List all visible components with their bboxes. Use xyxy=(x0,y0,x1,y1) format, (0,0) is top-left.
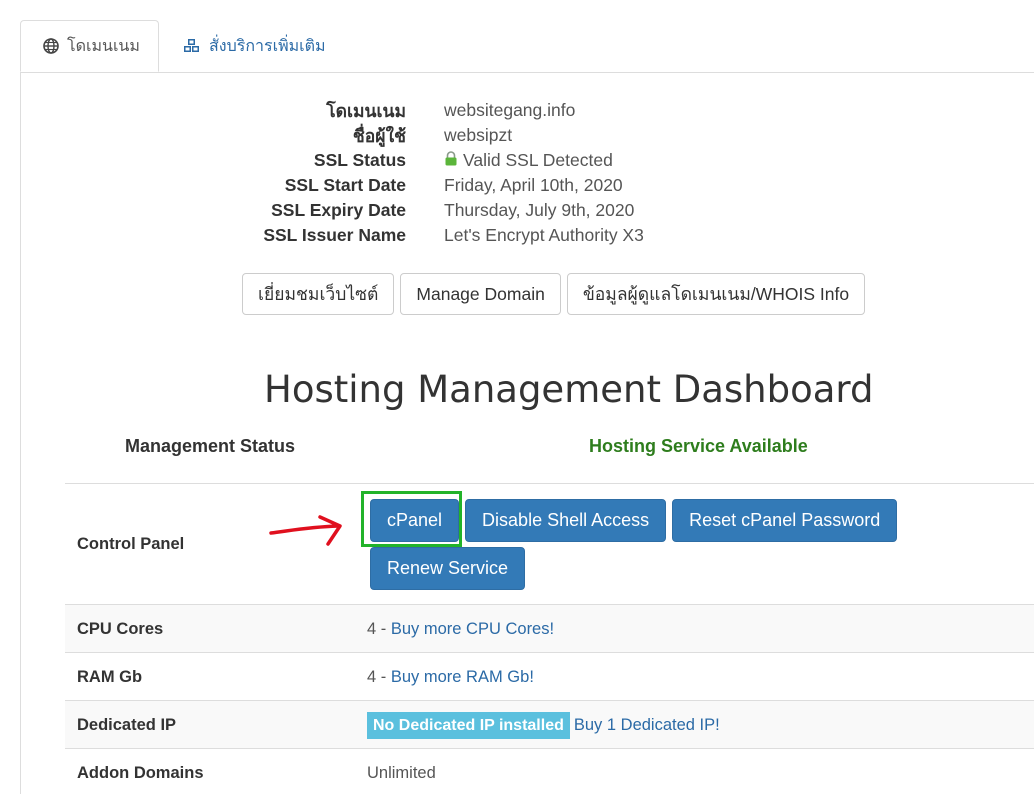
ssl-status-text: Valid SSL Detected xyxy=(463,150,613,170)
info-label: SSL Status xyxy=(313,150,406,170)
info-row-username: ชื่อผู้ใช้ websipzt xyxy=(240,123,800,148)
info-row-ssl-status: SSL Status Valid SSL Detected xyxy=(240,148,800,173)
buy-dedicated-ip-link[interactable]: Buy 1 Dedicated IP! xyxy=(574,716,720,735)
lock-icon xyxy=(444,150,458,171)
info-value: Valid SSL Detected xyxy=(444,150,613,171)
table-row-dedicated-ip: Dedicated IP No Dedicated IP installed B… xyxy=(65,700,1034,748)
manage-domain-button[interactable]: Manage Domain xyxy=(400,273,561,315)
row-label: CPU Cores xyxy=(77,620,164,638)
buy-ram-link[interactable]: Buy more RAM Gb! xyxy=(391,668,534,687)
row-label: Dedicated IP xyxy=(77,716,177,734)
info-value: Friday, April 10th, 2020 xyxy=(444,175,623,195)
row-label: RAM Gb xyxy=(77,668,143,686)
reset-cpanel-password-button[interactable]: Reset cPanel Password xyxy=(672,499,898,542)
info-row-ssl-expiry: SSL Expiry Date Thursday, July 9th, 2020 xyxy=(240,198,800,223)
dashboard-title: Hosting Management Dashboard xyxy=(264,368,874,411)
info-label: SSL Expiry Date xyxy=(271,200,406,220)
table-row-control-panel: Control Panel cPanel Disable Shell Acces… xyxy=(65,483,1034,604)
info-label: SSL Issuer Name xyxy=(263,225,406,245)
tab-domain-label: โดเมนเนม xyxy=(67,37,140,55)
no-dedicated-ip-badge: No Dedicated IP installed xyxy=(367,712,570,739)
disable-shell-access-button[interactable]: Disable Shell Access xyxy=(465,499,667,542)
row-value: 4 - Buy more CPU Cores! xyxy=(367,620,554,639)
table-row-addon-domains: Addon Domains Unlimited xyxy=(65,748,1034,796)
info-label: ชื่อผู้ใช้ xyxy=(352,125,406,146)
info-row-ssl-start: SSL Start Date Friday, April 10th, 2020 xyxy=(240,173,800,198)
info-value: Let's Encrypt Authority X3 xyxy=(444,225,644,245)
annotation-arrow-icon xyxy=(269,515,342,546)
cubes-icon xyxy=(183,38,201,54)
cpanel-highlight-box xyxy=(361,491,462,547)
info-row-ssl-issuer: SSL Issuer Name Let's Encrypt Authority … xyxy=(240,223,800,248)
whois-info-button[interactable]: ข้อมูลผู้ดูแลโดเมนเนม/WHOIS Info xyxy=(566,273,866,315)
row-value: No Dedicated IP installed Buy 1 Dedicate… xyxy=(367,712,720,739)
info-value: websitegang.info xyxy=(444,100,576,120)
visit-website-button[interactable]: เยี่ยมชมเว็บไซต์ xyxy=(242,273,395,315)
tab-order-more[interactable]: สั่งบริการเพิ่มเติม xyxy=(183,20,326,72)
row-label: Addon Domains xyxy=(77,764,204,782)
row-value: 4 - Buy more RAM Gb! xyxy=(367,668,534,687)
renew-service-button[interactable]: Renew Service xyxy=(370,547,526,590)
table-row-cpu: CPU Cores 4 - Buy more CPU Cores! xyxy=(65,604,1034,652)
ram-value: 4 - xyxy=(367,668,387,686)
hosting-table: Control Panel cPanel Disable Shell Acces… xyxy=(65,483,1034,796)
tab-bar-divider xyxy=(20,72,1034,73)
info-label: โดเมนเนม xyxy=(326,100,406,121)
buy-cpu-link[interactable]: Buy more CPU Cores! xyxy=(391,620,554,639)
info-row-domain: โดเมนเนม websitegang.info xyxy=(240,98,800,123)
domain-actions: เยี่ยมชมเว็บไซต์ Manage Domain ข้อมูลผู้… xyxy=(242,273,866,315)
cpu-value: 4 - xyxy=(367,620,387,638)
tab-order-more-label: สั่งบริการเพิ่มเติม xyxy=(209,37,326,55)
row-label: Control Panel xyxy=(77,535,185,553)
tab-bar: โดเมนเนม สั่งบริการเพิ่มเติม xyxy=(20,20,1034,73)
panel-border xyxy=(20,72,21,794)
row-value: Unlimited xyxy=(367,764,436,782)
management-status-value: Hosting Service Available xyxy=(589,436,808,456)
domain-info: โดเมนเนม websitegang.info ชื่อผู้ใช้ web… xyxy=(240,98,800,248)
table-row-ram: RAM Gb 4 - Buy more RAM Gb! xyxy=(65,652,1034,700)
management-status-label: Management Status xyxy=(125,436,296,456)
globe-icon xyxy=(43,38,59,54)
info-value: Thursday, July 9th, 2020 xyxy=(444,200,635,220)
tab-domain[interactable]: โดเมนเนม xyxy=(20,20,159,72)
info-label: SSL Start Date xyxy=(284,175,406,195)
info-value: websipzt xyxy=(444,125,513,145)
